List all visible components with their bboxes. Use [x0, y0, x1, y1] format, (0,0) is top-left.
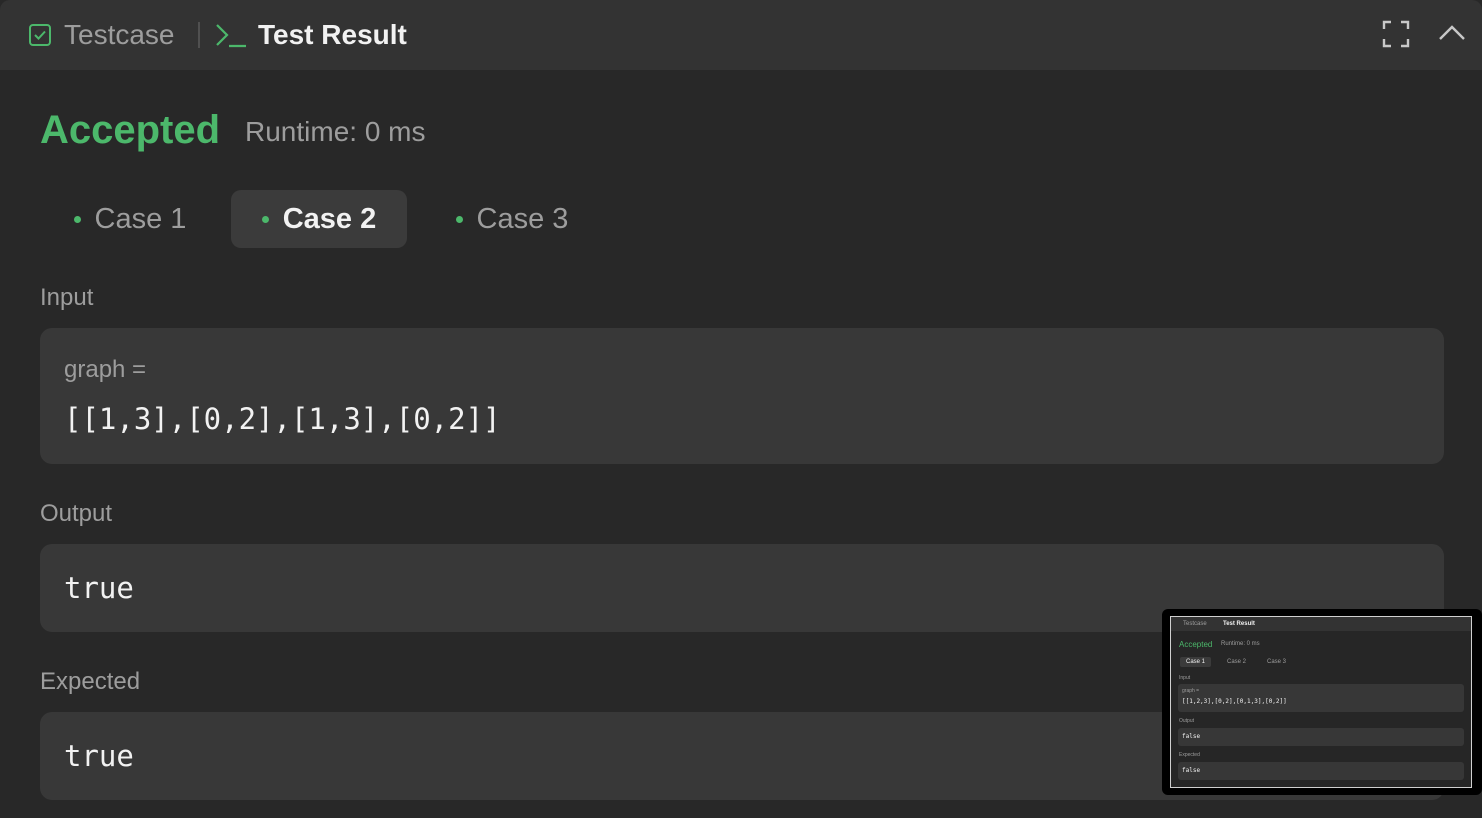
- thumbnail-input-box: graph = [[1,2,3],[0,2],[0,1,3],[0,2]]: [1178, 684, 1464, 712]
- panel-header: Testcase Test Result: [0, 0, 1482, 70]
- case-status-dot: [73, 215, 81, 223]
- thumbnail-case-2: Case 2: [1227, 659, 1247, 665]
- case-tab-label: Case 3: [476, 202, 569, 235]
- case-tab-label: Case 1: [94, 202, 187, 235]
- input-value: [[1,3],[0,2],[1,3],[0,2]]: [64, 402, 501, 436]
- chevron-up-icon[interactable]: [1437, 22, 1467, 46]
- thumbnail-header: [1171, 617, 1471, 631]
- thumbnail-var: graph =: [1182, 688, 1200, 694]
- runtime-text: Runtime: 0 ms: [245, 116, 426, 147]
- thumbnail-output-box: false: [1178, 728, 1464, 746]
- screenshot-thumbnail[interactable]: Testcase Test Result Accepted Runtime: 0…: [1162, 609, 1482, 795]
- case-tab-label: Case 2: [282, 202, 377, 235]
- expected-label: Expected: [40, 668, 141, 695]
- case-tab-1[interactable]: Case 1: [50, 190, 210, 248]
- tab-divider: [198, 22, 200, 48]
- thumbnail-expected-label: Expected: [1179, 752, 1200, 758]
- tab-test-result[interactable]: Test Result: [214, 0, 407, 70]
- thumbnail-preview: Testcase Test Result Accepted Runtime: 0…: [1170, 616, 1472, 788]
- checkbox-icon: [29, 24, 51, 46]
- thumbnail-expected-box: false: [1178, 762, 1464, 780]
- case-status-dot: [261, 215, 269, 223]
- input-label: Input: [40, 284, 94, 311]
- fullscreen-icon[interactable]: [1382, 20, 1410, 48]
- tab-testcase-label: Testcase: [64, 19, 175, 50]
- tab-test-result-label: Test Result: [258, 19, 407, 50]
- result-status: Accepted: [40, 108, 221, 152]
- thumbnail-input-value: [[1,2,3],[0,2],[0,1,3],[0,2]]: [1182, 698, 1287, 705]
- thumbnail-input-label: Input: [1179, 675, 1191, 681]
- thumbnail-tab-testcase: Testcase: [1183, 621, 1207, 627]
- input-box[interactable]: graph = [[1,3],[0,2],[1,3],[0,2]]: [40, 328, 1444, 464]
- output-label: Output: [40, 500, 113, 527]
- thumbnail-output-value: false: [1182, 733, 1201, 740]
- output-value: true: [64, 571, 134, 605]
- case-tab-3[interactable]: Case 3: [432, 190, 592, 248]
- expected-value: true: [64, 739, 134, 773]
- case-status-dot: [455, 215, 463, 223]
- thumbnail-expected-value: false: [1182, 767, 1201, 774]
- input-var-name: graph =: [64, 356, 147, 383]
- terminal-icon: [216, 24, 246, 48]
- thumbnail-tab-result: Test Result: [1223, 621, 1255, 627]
- thumbnail-case-3: Case 3: [1267, 659, 1287, 665]
- thumbnail-case-1: Case 1: [1180, 657, 1212, 667]
- thumbnail-runtime: Runtime: 0 ms: [1221, 641, 1260, 647]
- tab-testcase[interactable]: Testcase: [28, 0, 175, 70]
- thumbnail-output-label: Output: [1179, 718, 1195, 724]
- thumbnail-status: Accepted: [1179, 640, 1213, 649]
- case-tab-2[interactable]: Case 2: [231, 190, 407, 248]
